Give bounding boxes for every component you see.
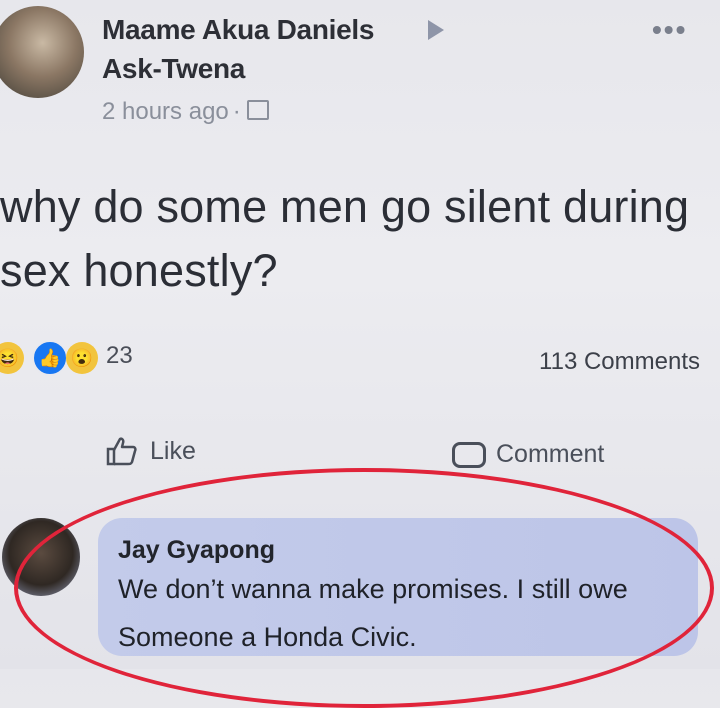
- post-author-name[interactable]: Maame Akua Daniels: [102, 14, 374, 46]
- triangle-right-icon: [428, 20, 444, 40]
- post-meta: 2 hours ago ·: [102, 98, 269, 126]
- like-label: Like: [150, 436, 196, 465]
- comment-count[interactable]: 113 Comments: [539, 348, 700, 376]
- like-button[interactable]: Like: [106, 436, 196, 466]
- highlight-circle: [14, 468, 714, 708]
- comment-label: Comment: [496, 440, 605, 468]
- post-text: why do some men go silent during sex hon…: [0, 181, 690, 296]
- post-page-name[interactable]: Ask-Twena: [102, 53, 245, 85]
- author-avatar[interactable]: [0, 6, 84, 98]
- comment-button[interactable]: Comment: [452, 440, 604, 469]
- post-timestamp[interactable]: 2 hours ago: [102, 98, 229, 125]
- more-dots-icon[interactable]: •••: [652, 16, 687, 44]
- haha-icon: 😆: [0, 342, 24, 374]
- speech-bubble-icon: [452, 441, 486, 468]
- wow-icon: 😮: [66, 342, 98, 374]
- reaction-count[interactable]: 23: [106, 342, 133, 370]
- meta-separator: ·: [232, 98, 241, 125]
- globe-icon: [246, 100, 269, 120]
- thumbs-up-icon: [106, 437, 137, 466]
- like-reaction-icon: 👍: [32, 340, 68, 376]
